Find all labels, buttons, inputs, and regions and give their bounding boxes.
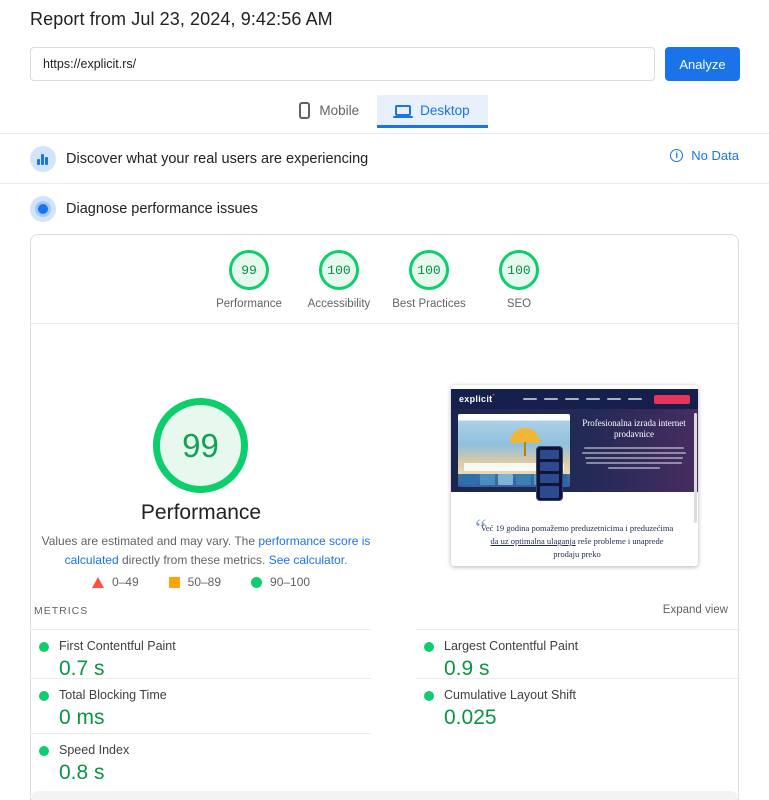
preview-site-header: explicit* bbox=[451, 389, 698, 409]
legend-poor-label: 0–49 bbox=[111, 575, 139, 589]
metric-value: 0.8 s bbox=[59, 761, 105, 784]
score-accessibility-label: Accessibility bbox=[307, 298, 371, 310]
performance-gauge-score: 99 bbox=[182, 426, 219, 464]
metric-label: First Contentful Paint bbox=[59, 639, 176, 653]
score-performance[interactable]: 99 Performance bbox=[204, 250, 294, 310]
metric-first-contentful-paint: First Contentful Paint 0.7 s bbox=[31, 629, 371, 681]
disclaimer-text: Values are estimated and may vary. The bbox=[41, 534, 259, 548]
score-best-practices-value: 100 bbox=[409, 250, 449, 290]
score-seo[interactable]: 100 SEO bbox=[474, 250, 564, 310]
field-section-title: Discover what your real users are experi… bbox=[66, 151, 369, 167]
real-users-chart-icon bbox=[30, 146, 56, 172]
mobile-phone-icon bbox=[299, 101, 311, 119]
lab-section-title: Diagnose performance issues bbox=[66, 201, 258, 217]
expand-view-button[interactable]: Expand view bbox=[663, 604, 728, 616]
score-best-practices-label: Best Practices bbox=[392, 298, 466, 310]
legend-average-label: 50–89 bbox=[187, 575, 222, 589]
metric-value: 0.025 bbox=[444, 706, 497, 729]
good-dot-icon bbox=[39, 691, 49, 701]
metric-largest-contentful-paint: Largest Contentful Paint 0.9 s bbox=[416, 629, 740, 681]
metric-label: Total Blocking Time bbox=[59, 688, 167, 702]
average-square-icon bbox=[168, 576, 180, 588]
metric-value: 0 ms bbox=[59, 706, 105, 729]
no-data-label: No Data bbox=[691, 148, 739, 163]
preview-hero-paragraph bbox=[577, 446, 691, 469]
preview-phone-mockup bbox=[536, 446, 563, 501]
divider bbox=[31, 323, 738, 324]
divider bbox=[0, 133, 769, 134]
preview-site-nav bbox=[523, 397, 643, 401]
metric-total-blocking-time: Total Blocking Time 0 ms bbox=[31, 678, 371, 730]
legend-good: 90–100 bbox=[251, 575, 310, 589]
tab-mobile[interactable]: Mobile bbox=[281, 95, 377, 128]
field-data-section-header: Discover what your real users are experi… bbox=[30, 146, 739, 172]
score-best-practices[interactable]: 100 Best Practices bbox=[384, 250, 474, 310]
tab-desktop-label: Desktop bbox=[420, 102, 470, 118]
divider bbox=[0, 183, 769, 184]
preview-hero-text: Profesionalna izrada internet prodavnice bbox=[577, 418, 691, 472]
preview-site-cta-button bbox=[654, 394, 690, 404]
page-title: Report from Jul 23, 2024, 9:42:56 AM bbox=[30, 9, 333, 29]
report-card: 99 Performance 100 Accessibility 100 Bes… bbox=[30, 234, 740, 800]
score-disclaimer: Values are estimated and may vary. The p… bbox=[41, 532, 371, 569]
performance-gauge-label: Performance bbox=[140, 501, 262, 524]
metrics-heading: METRICS bbox=[34, 605, 89, 617]
category-scores: 99 Performance 100 Accessibility 100 Bes… bbox=[204, 250, 564, 310]
metric-label: Largest Contentful Paint bbox=[444, 639, 579, 653]
tab-mobile-label: Mobile bbox=[319, 102, 360, 118]
device-tabs: Mobile Desktop bbox=[0, 95, 769, 128]
legend-good-label: 90–100 bbox=[270, 575, 311, 589]
no-data-status[interactable]: i No Data bbox=[670, 148, 739, 163]
score-performance-label: Performance bbox=[216, 298, 282, 310]
score-range-legend: 0–49 50–89 90–100 bbox=[31, 575, 371, 589]
score-seo-label: SEO bbox=[506, 298, 532, 310]
desktop-laptop-icon bbox=[393, 104, 414, 118]
preview-hero-title: Profesionalna izrada internet prodavnice bbox=[582, 418, 686, 440]
poor-triangle-icon bbox=[91, 576, 104, 588]
site-screenshot-preview[interactable]: explicit* Profesionalna izrada internet … bbox=[451, 385, 698, 566]
good-circle-icon bbox=[251, 576, 263, 588]
preview-quote-text: Već 19 godina pomažemo preduzetnicima i … bbox=[480, 523, 674, 560]
score-performance-value: 99 bbox=[229, 250, 269, 290]
info-icon: i bbox=[670, 149, 684, 162]
legend-poor: 0–49 bbox=[91, 575, 139, 589]
preview-quote-section: “ Već 19 godina pomažemo preduzetnicima … bbox=[451, 492, 698, 566]
score-seo-value: 100 bbox=[499, 250, 539, 290]
lab-data-section-header: Diagnose performance issues bbox=[30, 196, 739, 222]
preview-hero-section: Profesionalna izrada internet prodavnice bbox=[451, 409, 698, 501]
metric-label: Speed Index bbox=[59, 743, 130, 757]
umbrella-icon bbox=[510, 428, 540, 456]
metric-speed-index: Speed Index 0.8 s bbox=[31, 733, 371, 785]
score-accessibility-value: 100 bbox=[319, 250, 359, 290]
metric-cumulative-layout-shift: Cumulative Layout Shift 0.025 bbox=[416, 678, 740, 730]
good-dot-icon bbox=[39, 746, 49, 756]
preview-site-logo: explicit* bbox=[459, 394, 496, 404]
tab-desktop[interactable]: Desktop bbox=[377, 95, 488, 128]
good-dot-icon bbox=[424, 691, 434, 701]
performance-gauge: 99 bbox=[153, 398, 248, 493]
disclaimer-text: directly from these metrics. bbox=[118, 552, 269, 567]
url-input[interactable] bbox=[30, 47, 655, 81]
good-dot-icon bbox=[39, 642, 49, 652]
analyze-button[interactable]: Analyze bbox=[665, 47, 740, 81]
good-dot-icon bbox=[424, 642, 434, 652]
metric-label: Cumulative Layout Shift bbox=[444, 688, 577, 702]
see-calculator-link[interactable]: See calculator. bbox=[269, 553, 348, 567]
legend-average: 50–89 bbox=[168, 575, 222, 589]
preview-quote-link: da uz optimalna ulaganja bbox=[490, 536, 576, 547]
score-accessibility[interactable]: 100 Accessibility bbox=[294, 250, 384, 310]
diagnose-gauge-icon bbox=[30, 196, 56, 222]
collapsed-section-bar[interactable] bbox=[32, 791, 737, 800]
preview-scrollbar bbox=[694, 413, 697, 523]
